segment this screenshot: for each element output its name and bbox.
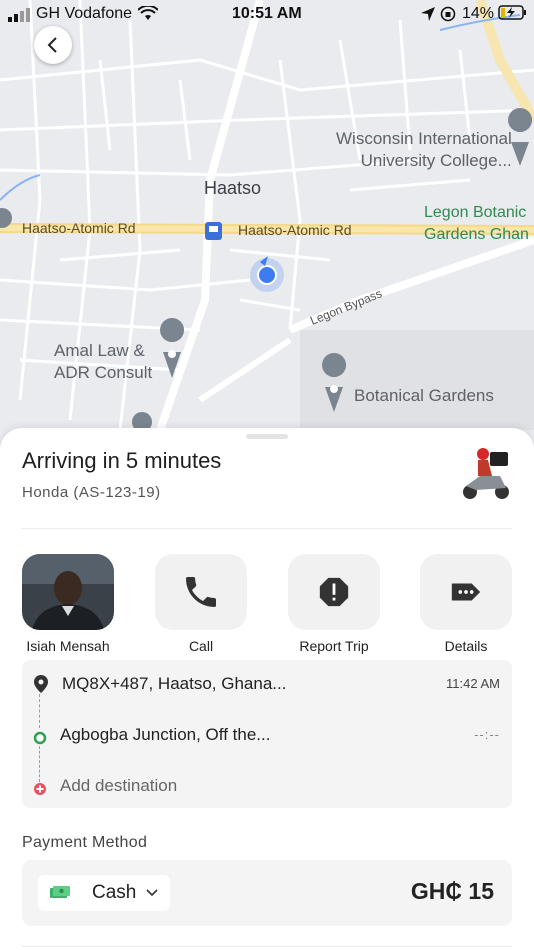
payment-card: Cash GH₵ 15	[22, 860, 512, 926]
trip-price: GH₵ 15	[410, 878, 494, 904]
driver-name: Isiah Mensah	[26, 638, 110, 654]
payment-method: Cash	[92, 882, 137, 903]
stop-row[interactable]: Agbogba Junction, Off the... --:--	[22, 723, 512, 753]
map-area-label: Haatso	[204, 178, 262, 198]
road-label: Haatso-Atomic Rd	[22, 220, 136, 236]
divider	[22, 528, 512, 529]
details-label: Details	[444, 638, 488, 654]
driver-profile-button[interactable]: Isiah Mensah	[22, 554, 114, 654]
driver-photo	[22, 554, 114, 630]
details-button[interactable]: Details	[420, 554, 512, 654]
payment-method-select[interactable]: Cash	[38, 875, 170, 911]
signal-icon	[8, 8, 30, 22]
add-destination-label: Add destination	[60, 776, 178, 795]
phone-icon	[186, 577, 216, 607]
divider	[22, 946, 512, 947]
scooter-rider-icon	[463, 448, 509, 499]
stop-address: Agbogba Junction, Off the...	[60, 725, 271, 744]
chevron-left-icon	[47, 37, 57, 53]
call-button[interactable]: Call	[155, 554, 247, 654]
place-line: Wisconsin International	[336, 129, 512, 148]
place-line: University College...	[360, 151, 512, 170]
road-label: Haatso-Atomic Rd	[238, 222, 352, 238]
pickup-address: MQ8X+487, Haatso, Ghana...	[62, 674, 287, 693]
back-button[interactable]	[34, 26, 72, 64]
payment-title: Payment Method	[22, 834, 148, 851]
place-line: Amal Law &	[54, 341, 145, 360]
place-line: Gardens Ghan	[424, 226, 529, 243]
stop-time: --:--	[474, 727, 500, 742]
place-line: Legon Botanic	[424, 204, 527, 221]
cash-icon	[50, 886, 70, 898]
report-trip-button[interactable]: Report Trip	[288, 554, 380, 654]
call-tile	[155, 554, 247, 630]
location-arrow-icon	[421, 7, 435, 21]
call-label: Call	[188, 638, 214, 654]
details-tile	[420, 554, 512, 630]
pickup-row[interactable]: MQ8X+487, Haatso, Ghana... 11:42 AM	[22, 672, 512, 702]
map-view[interactable]: Haatso Haatso-Atomic Rd Haatso-Atomic Rd…	[0, 0, 534, 450]
place-label-amal[interactable]: Amal Law & ADR Consult	[54, 340, 152, 384]
arrival-status: Arriving in 5 minutes	[22, 448, 222, 473]
battery-percent: 14%	[462, 5, 495, 22]
place-line: ADR Consult	[54, 363, 153, 382]
add-circle-icon	[34, 783, 46, 795]
orientation-lock-icon	[440, 6, 456, 22]
location-pin-icon	[34, 675, 48, 693]
place-label-wisconsin[interactable]: Wisconsin International University Colle…	[336, 128, 512, 172]
vehicle-info: Honda (AS-123-19)	[22, 484, 161, 501]
place-label-legon[interactable]: Legon Botanic Gardens Ghan	[424, 202, 529, 246]
tag-icon	[451, 583, 481, 601]
wifi-icon	[138, 6, 158, 20]
report-label: Report Trip	[299, 638, 369, 654]
sheet-handle[interactable]	[246, 434, 288, 439]
route-card: MQ8X+487, Haatso, Ghana... 11:42 AM Agbo…	[22, 660, 512, 808]
carrier-name: GH Vodafone	[36, 5, 133, 22]
place-label-botanical[interactable]: Botanical Gardens	[354, 386, 494, 406]
status-bar: GH Vodafone 10:51 AM 14%	[0, 0, 534, 28]
chevron-down-icon	[146, 889, 158, 897]
add-destination-row[interactable]: Add destination	[22, 774, 512, 804]
trip-actions: Isiah Mensah Call Report Trip Details	[22, 554, 512, 654]
trip-sheet: Arriving in 5 minutes Honda (AS-123-19) …	[0, 428, 534, 950]
status-time: 10:51 AM	[232, 5, 302, 22]
avatar	[22, 554, 114, 630]
battery-icon	[498, 5, 526, 20]
report-tile	[288, 554, 380, 630]
alert-octagon-icon	[319, 577, 349, 607]
pickup-time: 11:42 AM	[446, 676, 500, 691]
stop-circle-icon	[33, 731, 47, 745]
